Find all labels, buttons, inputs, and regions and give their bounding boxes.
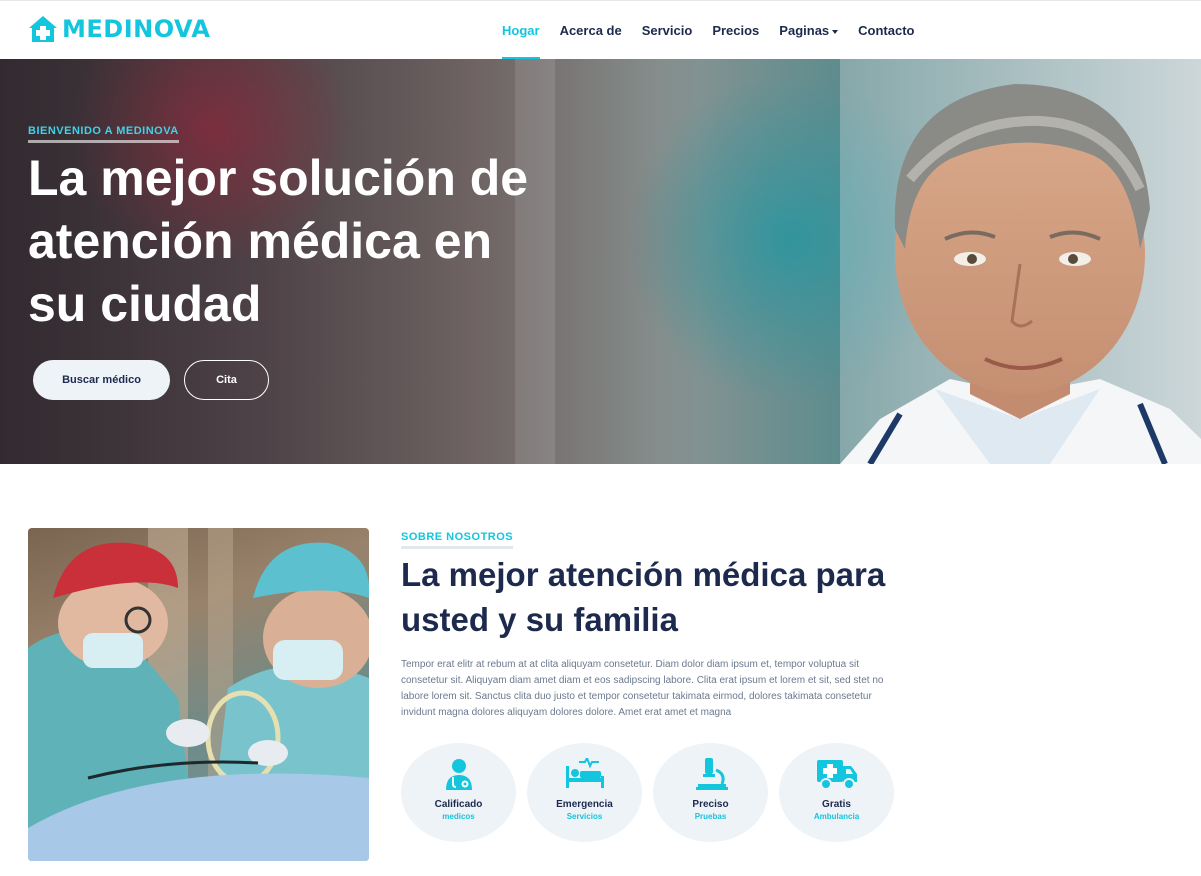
- navbar: MEDINOVA Hogar Acerca de Servicio Precio…: [0, 0, 1201, 60]
- surgery-photo: [28, 528, 369, 861]
- feature-title: Calificado: [434, 799, 483, 810]
- feature-subtitle: Ambulancia: [813, 812, 860, 821]
- nav-item-paginas-dropdown[interactable]: Paginas: [769, 1, 848, 60]
- feature-qualified-doctors: Calificado medicos: [401, 743, 516, 842]
- surgery-illustration: [28, 528, 369, 861]
- nav-label: Hogar: [502, 23, 540, 38]
- nav-item-hogar[interactable]: Hogar: [492, 1, 550, 60]
- feature-subtitle: medicos: [442, 812, 475, 821]
- nav-item-servicio[interactable]: Servicio: [632, 1, 703, 60]
- about-paragraph: Tempor erat elitr at rebum at at clita a…: [401, 659, 884, 718]
- ambulance-icon: [816, 758, 858, 790]
- microscope-icon: [694, 758, 728, 790]
- caret-down-icon: [832, 29, 839, 34]
- main-nav: Hogar Acerca de Servicio Precios Paginas…: [492, 1, 925, 60]
- nav-item-precios[interactable]: Precios: [702, 1, 769, 60]
- nav-item-contacto[interactable]: Contacto: [848, 1, 924, 60]
- nav-label: Servicio: [641, 23, 693, 38]
- find-doctor-button[interactable]: Buscar médico: [33, 360, 170, 400]
- feature-emergency-services: Emergencia Servicios: [527, 743, 642, 842]
- nav-label: Contacto: [858, 23, 915, 38]
- feature-subtitle: Servicios: [566, 812, 603, 821]
- feature-free-ambulance: Gratis Ambulancia: [779, 743, 894, 842]
- hero-kicker: BIENVENIDO A MEDINOVA: [28, 125, 179, 143]
- nav-label: Paginas: [779, 23, 830, 38]
- features-row: Calificado medicos Emergencia Servicios: [401, 743, 894, 842]
- nav-label: Precios: [712, 23, 760, 38]
- house-medical-icon: [28, 14, 58, 44]
- feature-precise-tests: Preciso Pruebas: [653, 743, 768, 842]
- about-kicker: SOBRE NOSOTROS: [401, 531, 514, 549]
- hero-title: La mejor solución de atención médica en …: [28, 150, 529, 332]
- nav-label: Acerca de: [559, 23, 622, 38]
- feature-subtitle: Pruebas: [694, 812, 727, 821]
- brand-logo[interactable]: MEDINOVA: [28, 14, 211, 44]
- doctor-icon: [444, 758, 474, 790]
- about-title: La mejor atención médica para usted y su…: [401, 556, 886, 638]
- hospital-bed-icon: [565, 758, 605, 790]
- nav-item-acerca[interactable]: Acerca de: [550, 1, 632, 60]
- appointment-button[interactable]: Cita: [184, 360, 269, 400]
- feature-title: Gratis: [822, 799, 851, 810]
- brand-name: MEDINOVA: [62, 15, 211, 43]
- doctor-portrait-image: [840, 59, 1201, 464]
- feature-title: Emergencia: [556, 799, 613, 810]
- hero-section: BIENVENIDO A MEDINOVA La mejor solución …: [0, 59, 1201, 464]
- feature-title: Preciso: [692, 799, 729, 810]
